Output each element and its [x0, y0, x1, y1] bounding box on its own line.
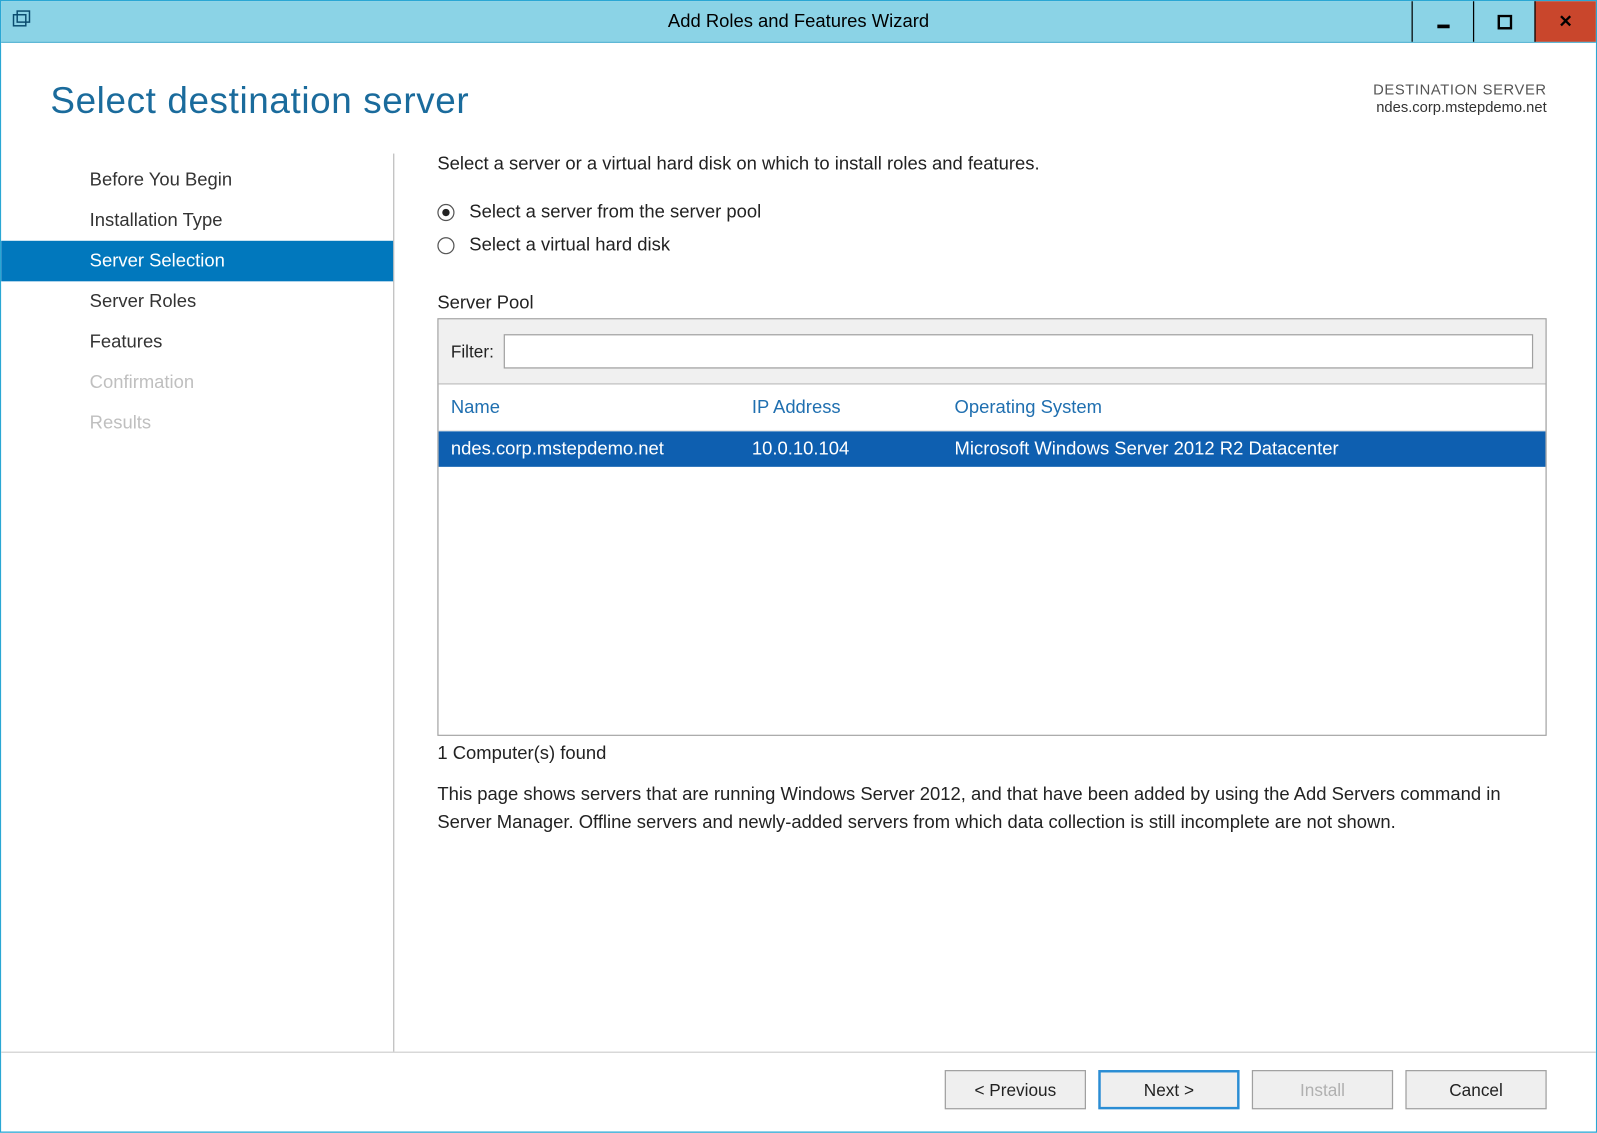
cell-name: ndes.corp.mstepdemo.net: [451, 439, 752, 460]
destination-value: ndes.corp.mstepdemo.net: [1373, 98, 1547, 115]
main-panel: Select a server or a virtual hard disk o…: [394, 154, 1546, 1052]
close-button[interactable]: ✕: [1534, 1, 1595, 42]
radio-icon-checked: [437, 203, 454, 220]
page-title: Select destination server: [50, 81, 469, 123]
destination-label: DESTINATION SERVER: [1373, 81, 1547, 98]
close-icon: ✕: [1559, 11, 1573, 32]
maximize-button[interactable]: [1473, 1, 1534, 42]
previous-button[interactable]: < Previous: [945, 1070, 1086, 1109]
table-header: Name IP Address Operating System: [439, 385, 1546, 432]
sidebar-item-server-roles[interactable]: Server Roles: [1, 281, 393, 322]
wizard-sidebar: Before You Begin Installation Type Serve…: [1, 154, 394, 1052]
content-area: Select destination server DESTINATION SE…: [1, 43, 1596, 1131]
install-button: Install: [1252, 1070, 1393, 1109]
sidebar-item-confirmation: Confirmation: [1, 362, 393, 403]
server-pool-label: Server Pool: [437, 292, 1546, 313]
cancel-button[interactable]: Cancel: [1405, 1070, 1546, 1109]
instruction-text: Select a server or a virtual hard disk o…: [437, 154, 1546, 175]
wizard-window: Add Roles and Features Wizard ✕ Select d…: [0, 0, 1597, 1133]
sidebar-item-server-selection[interactable]: Server Selection: [1, 241, 393, 282]
sidebar-item-features[interactable]: Features: [1, 322, 393, 363]
filter-input[interactable]: [504, 334, 1533, 368]
explain-text: This page shows servers that are running…: [437, 781, 1543, 836]
destination-block: DESTINATION SERVER ndes.corp.mstepdemo.n…: [1373, 81, 1547, 115]
header-row: Select destination server DESTINATION SE…: [1, 44, 1596, 123]
cell-ip: 10.0.10.104: [752, 439, 955, 460]
titlebar: Add Roles and Features Wizard ✕: [1, 1, 1596, 43]
minimize-button[interactable]: [1412, 1, 1473, 42]
radio-vhd[interactable]: Select a virtual hard disk: [437, 235, 1546, 256]
sidebar-item-before-you-begin[interactable]: Before You Begin: [1, 160, 393, 201]
radio-server-pool-label: Select a server from the server pool: [469, 201, 761, 222]
radio-server-pool[interactable]: Select a server from the server pool: [437, 201, 1546, 222]
app-icon: [11, 10, 31, 33]
col-header-os[interactable]: Operating System: [955, 397, 1534, 418]
sidebar-item-installation-type[interactable]: Installation Type: [1, 200, 393, 241]
filter-bar: Filter:: [439, 319, 1546, 384]
radio-icon-unchecked: [437, 236, 454, 253]
col-header-name[interactable]: Name: [451, 397, 752, 418]
window-title: Add Roles and Features Wizard: [1, 11, 1596, 32]
table-body: ndes.corp.mstepdemo.net 10.0.10.104 Micr…: [439, 431, 1546, 734]
col-header-ip[interactable]: IP Address: [752, 397, 955, 418]
computers-found: 1 Computer(s) found: [437, 743, 1546, 764]
cell-os: Microsoft Windows Server 2012 R2 Datacen…: [955, 439, 1534, 460]
filter-label: Filter:: [451, 342, 494, 362]
table-row[interactable]: ndes.corp.mstepdemo.net 10.0.10.104 Micr…: [439, 431, 1546, 467]
body-row: Before You Begin Installation Type Serve…: [1, 123, 1596, 1052]
server-pool-box: Filter: Name IP Address Operating System…: [437, 318, 1546, 736]
next-button[interactable]: Next >: [1098, 1070, 1239, 1109]
footer-buttons: < Previous Next > Install Cancel: [1, 1052, 1596, 1132]
sidebar-item-results: Results: [1, 403, 393, 444]
window-controls: ✕: [1412, 1, 1596, 42]
radio-vhd-label: Select a virtual hard disk: [469, 235, 670, 256]
